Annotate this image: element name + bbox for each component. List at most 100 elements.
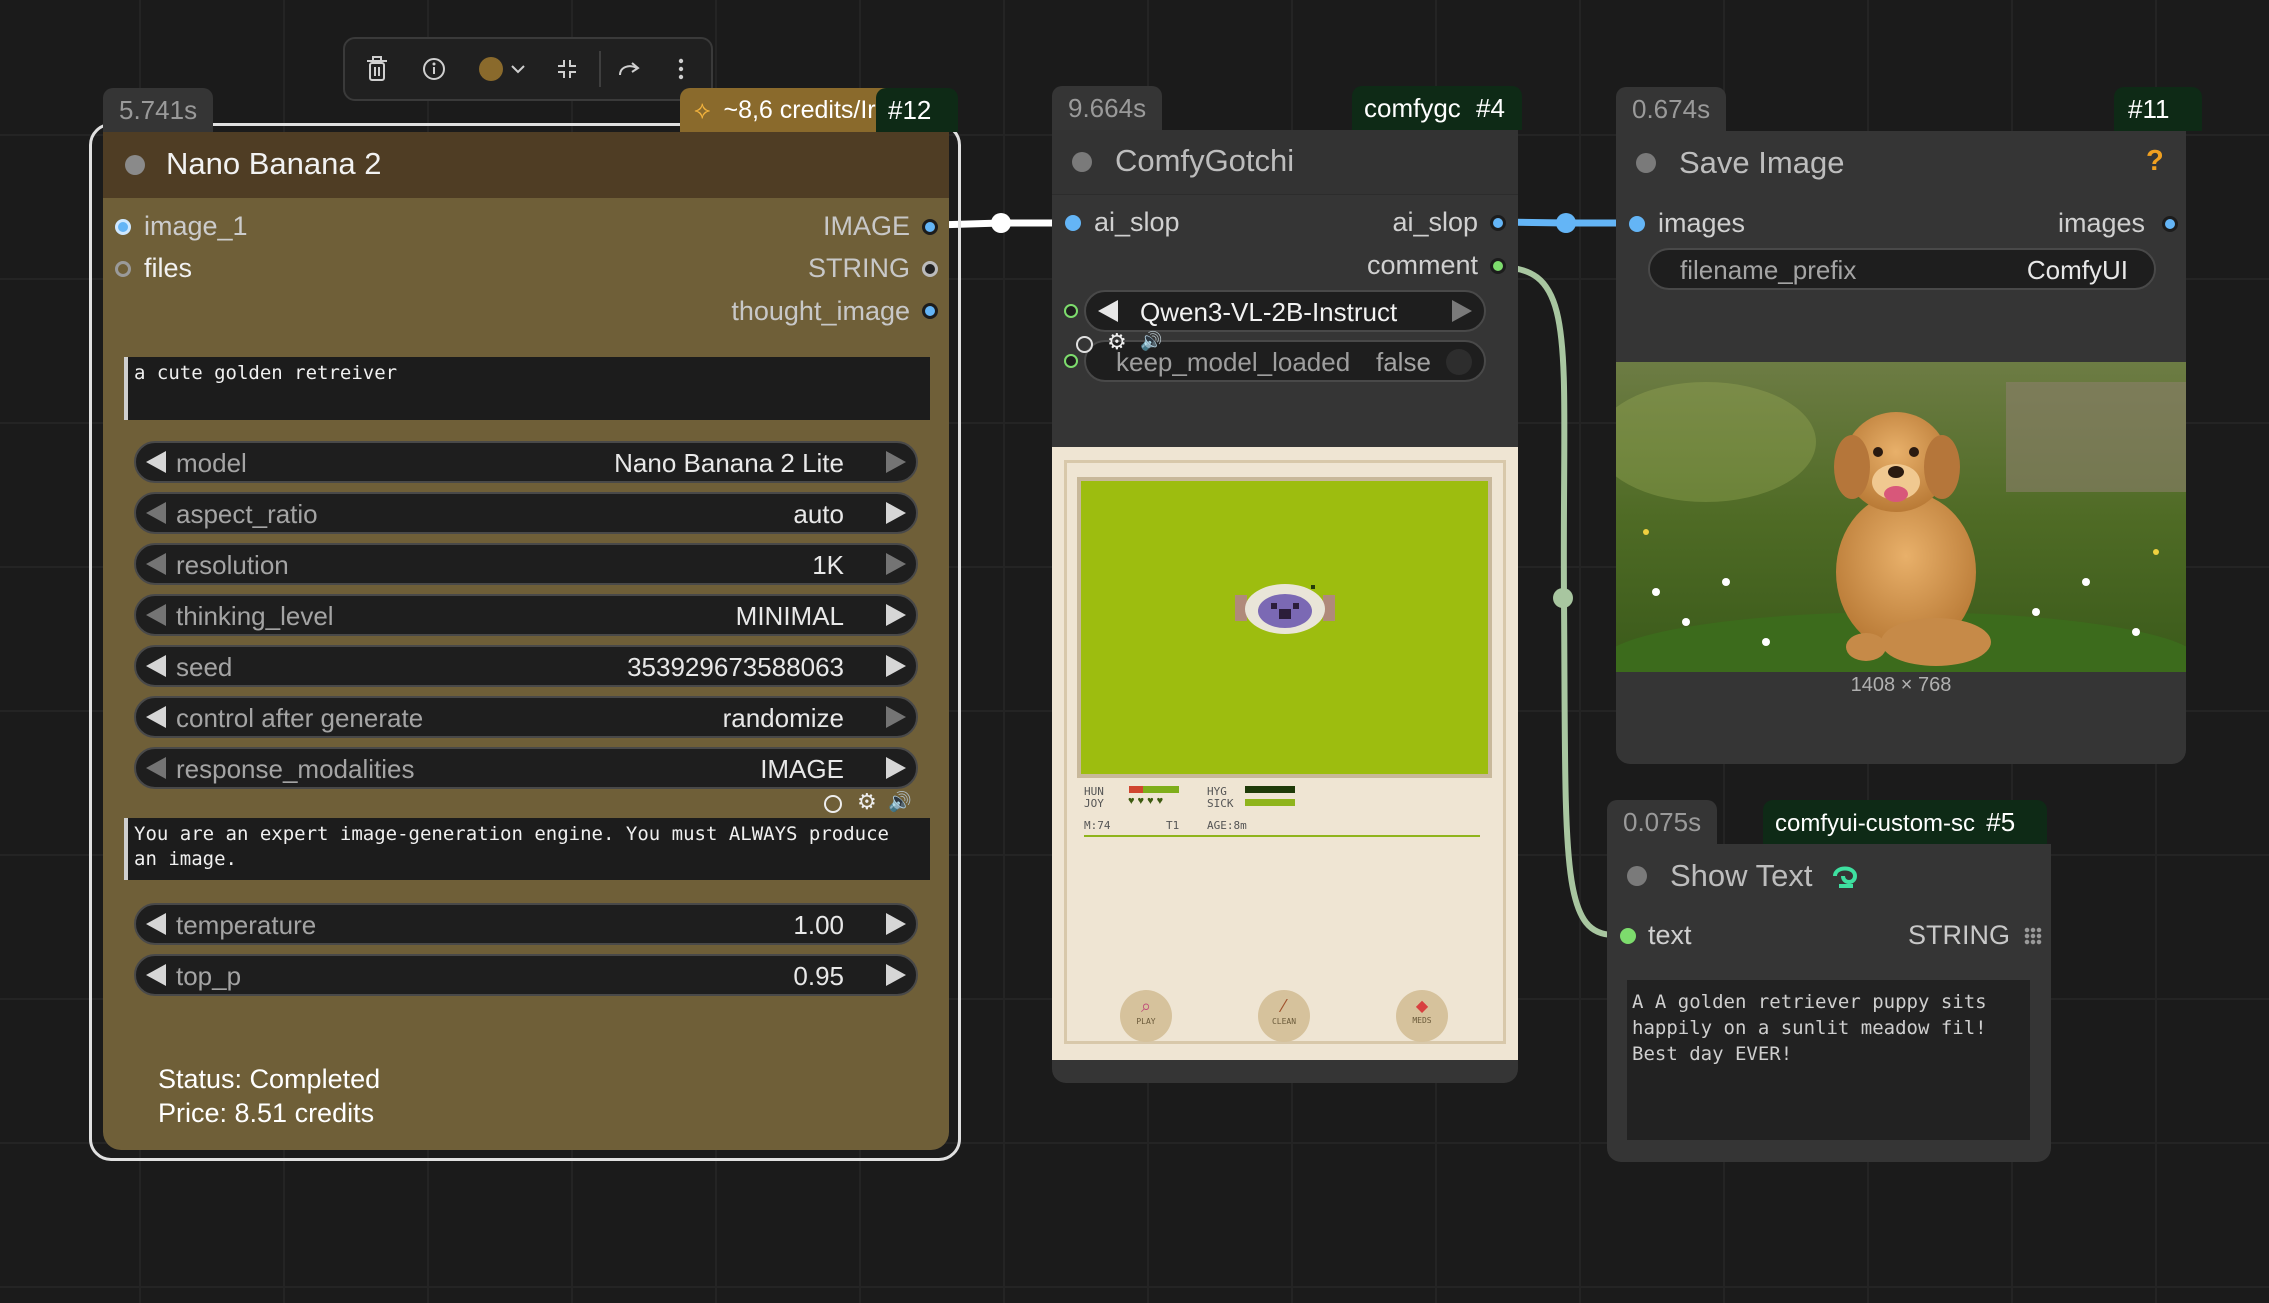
trash-icon[interactable]: [355, 39, 399, 99]
status-text: Status: Completed: [158, 1064, 381, 1094]
output-label-image: IMAGE: [822, 211, 910, 241]
help-icon[interactable]: ?: [2146, 145, 2164, 178]
clean-button[interactable]: ⁄ CLEAN: [1258, 990, 1310, 1042]
text-line: A A golden retriever puppy sits: [1632, 991, 1987, 1013]
node11-collapse-dot[interactable]: [1636, 153, 1656, 173]
show-text-output[interactable]: A A golden retriever puppy sits happily …: [1627, 980, 2030, 1140]
output-slot-comment[interactable]: [1490, 258, 1506, 274]
node11-title: Save Image: [1679, 145, 1845, 180]
arrow-left-icon[interactable]: [146, 913, 166, 935]
arrow-right-icon[interactable]: [886, 964, 906, 986]
arrow-left-icon[interactable]: [146, 604, 166, 626]
widget-response-modalities[interactable]: response_modalities IMAGE: [134, 747, 918, 789]
arrow-left-icon[interactable]: [146, 451, 166, 473]
arrow-left-icon[interactable]: [146, 706, 166, 728]
output-label-string: STRING: [807, 253, 910, 283]
arrow-left-icon[interactable]: [1098, 300, 1118, 322]
gear-icon[interactable]: ⚙: [857, 789, 877, 815]
arrow-left-icon[interactable]: [146, 553, 166, 575]
widget-name: control after generate: [176, 703, 424, 733]
widget-value: randomize: [722, 703, 844, 733]
arrow-left-icon[interactable]: [146, 757, 166, 779]
widget-name: temperature: [176, 910, 317, 940]
grid-icon[interactable]: [2024, 927, 2042, 945]
widget-input-dot[interactable]: [1064, 304, 1078, 318]
link-reroute-dot: [991, 213, 1011, 233]
play-button[interactable]: ⌕ PLAY: [1120, 990, 1172, 1042]
output-slot-images[interactable]: [2162, 216, 2178, 232]
arrow-right-icon[interactable]: [886, 913, 906, 935]
input-slot-text[interactable]: [1620, 928, 1636, 944]
widget-value: Nano Banana 2 Lite: [614, 448, 844, 478]
output-slot-ai-slop[interactable]: [1490, 215, 1506, 231]
output-slot-image[interactable]: [922, 219, 938, 235]
node12-header[interactable]: Nano Banana 2: [103, 132, 949, 198]
arrow-right-icon[interactable]: [886, 706, 906, 728]
info-icon[interactable]: [412, 39, 456, 99]
widget-resolution[interactable]: resolution 1K: [134, 543, 918, 585]
widget-control-after-generate[interactable]: control after generate randomize: [134, 696, 918, 738]
input-label-files: files: [144, 253, 193, 283]
arrow-left-icon[interactable]: [146, 655, 166, 677]
widget-model[interactable]: model Nano Banana 2 Lite: [134, 441, 918, 483]
redo-icon[interactable]: [607, 39, 651, 99]
keep-value: false: [1376, 347, 1431, 377]
widget-name: response_modalities: [176, 754, 415, 784]
widget-aspect-ratio[interactable]: aspect_ratio auto: [134, 492, 918, 534]
arrow-right-icon[interactable]: [886, 553, 906, 575]
node4-collapse-dot[interactable]: [1072, 152, 1092, 172]
prompt-textarea[interactable]: a cute golden retreiver: [124, 357, 930, 420]
toggle-icon[interactable]: [1446, 349, 1472, 375]
prompt-text: a cute golden retreiver: [134, 362, 398, 384]
widget-input-dot[interactable]: [1064, 354, 1078, 368]
widget-thinking-level[interactable]: thinking_level MINIMAL: [134, 594, 918, 636]
widget-top-p[interactable]: top_p 0.95: [134, 954, 918, 996]
widget-model-select[interactable]: Qwen3-VL-2B-Instruct: [1084, 290, 1486, 332]
collapse-icon[interactable]: [545, 39, 589, 99]
input-slot-ai-slop[interactable]: [1065, 215, 1081, 231]
gear-icon[interactable]: ⚙: [1107, 329, 1127, 355]
widget-name: thinking_level: [176, 601, 334, 631]
arrow-right-icon[interactable]: [886, 451, 906, 473]
output-image-preview[interactable]: [1616, 362, 2186, 672]
circle-icon[interactable]: [824, 795, 842, 813]
widget-temperature[interactable]: temperature 1.00: [134, 903, 918, 945]
speaker-icon[interactable]: 🔊: [888, 790, 912, 814]
input-slot-files[interactable]: [115, 261, 131, 277]
input-slot-image_1[interactable]: [115, 219, 131, 235]
widget-name: top_p: [176, 961, 242, 991]
widget-value: auto: [793, 499, 844, 529]
widget-seed[interactable]: seed 353929673588063: [134, 645, 918, 687]
link-reroute-dot-2: [1556, 213, 1576, 233]
node5-id: #5: [1986, 807, 2016, 837]
meds-button[interactable]: ◆ MEDS: [1396, 990, 1448, 1042]
arrow-left-icon[interactable]: [146, 964, 166, 986]
arrow-right-icon[interactable]: [886, 502, 906, 524]
text-line: happily on a sunlit meadow fil!: [1632, 1017, 1987, 1039]
arrow-right-icon[interactable]: [886, 757, 906, 779]
arrow-right-icon[interactable]: [886, 655, 906, 677]
widget-filename-prefix[interactable]: filename_prefix ComfyUI: [1648, 248, 2156, 290]
speaker-icon[interactable]: 🔊: [1140, 331, 1162, 352]
circle-icon[interactable]: [1076, 336, 1093, 353]
arrow-right-icon[interactable]: [886, 604, 906, 626]
stat-hun-fill-2: [1143, 786, 1179, 793]
node12-time-badge: 5.741s: [103, 88, 214, 132]
node5-collapse-dot[interactable]: [1627, 866, 1647, 886]
node11-header[interactable]: Save Image ?: [1616, 131, 2186, 195]
model-value: Qwen3-VL-2B-Instruct: [1140, 297, 1398, 327]
output-slot-string[interactable]: [922, 261, 938, 277]
gotchi-screen[interactable]: [1077, 477, 1492, 778]
node12-collapse-dot[interactable]: [125, 155, 145, 175]
output-slot-thought-image[interactable]: [922, 303, 938, 319]
stat-sick-bar: [1245, 799, 1295, 806]
input-slot-images[interactable]: [1629, 216, 1645, 232]
system-prompt-textarea[interactable]: You are an expert image-generation engin…: [124, 818, 930, 880]
pet-sprite[interactable]: [1231, 581, 1341, 641]
arrow-right-icon[interactable]: [1452, 300, 1472, 322]
node5-header[interactable]: Show Text: [1607, 844, 2051, 908]
node4-header[interactable]: ComfyGotchi: [1052, 130, 1518, 195]
color-dot-icon[interactable]: [469, 39, 535, 99]
node12-body[interactable]: Nano Banana 2: [103, 132, 949, 1150]
arrow-left-icon[interactable]: [146, 502, 166, 524]
